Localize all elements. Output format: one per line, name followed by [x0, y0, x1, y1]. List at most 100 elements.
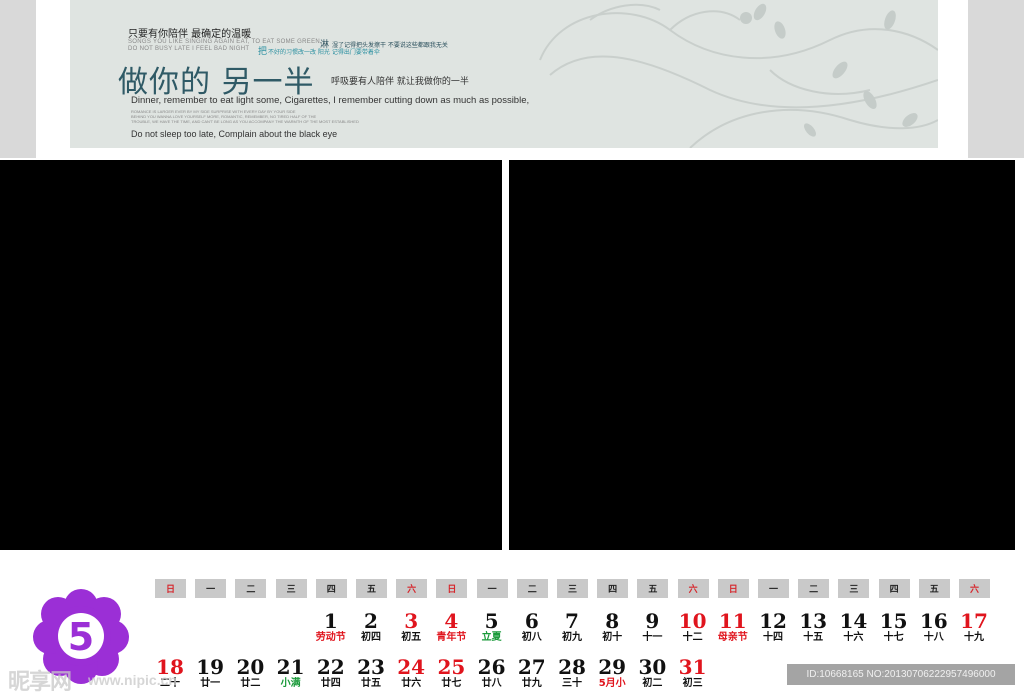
calendar-day-cell: 13 十五: [793, 610, 833, 644]
day-number: 6: [524, 609, 539, 633]
day-number: 17: [960, 609, 988, 633]
calendar-day-cell: 30 初二: [632, 656, 672, 690]
banner-english-line-2: DO NOT BUSY LATE I FEEL BAD NIGHT: [128, 46, 250, 52]
lunar-date-label: 十七: [883, 632, 904, 643]
calendar-day-cell: 6 初八: [512, 610, 552, 644]
day-number: 1: [323, 609, 338, 633]
lunar-date-label: 十二: [682, 632, 703, 643]
lunar-date-label: 初八: [521, 632, 542, 643]
weekday-cell: 日: [436, 579, 468, 598]
weekday-header-row: 日一二三四五六日一二三四五六日一二三四五六: [155, 579, 995, 598]
lunar-date-label: 十一: [642, 632, 663, 643]
weekday-cell: 一: [195, 579, 227, 598]
day-number: 4: [444, 609, 459, 633]
calendar-day-cell: 5 立夏: [472, 610, 512, 644]
weekday-cell: 一: [476, 579, 508, 598]
lunar-date-label: 初三: [682, 678, 703, 689]
weekday-cell: 五: [356, 579, 387, 598]
day-number: 26: [477, 655, 506, 679]
day-number: 30: [638, 655, 667, 679]
weekday-cell: 三: [275, 579, 307, 598]
watermark-url: www.nipic.cn: [88, 672, 177, 688]
calendar-day-cell: 4 青年节: [431, 610, 471, 644]
lunar-date-label: 廿七: [441, 678, 462, 689]
weekday-cell: 二: [798, 579, 830, 598]
weekday-cell: 日: [717, 579, 749, 598]
lunar-date-label: 廿五: [361, 678, 381, 689]
calendar-day-cell: 8 初十: [592, 610, 632, 644]
photo-placeholder-right: [509, 160, 1015, 550]
lunar-date-label: 母亲节: [717, 632, 748, 643]
lunar-date-label: 廿九: [521, 678, 542, 689]
weekday-cell: 一: [758, 579, 789, 598]
banner-english-line-1: SONGS YOU LIKE SINGING AGAIN EAT, TO EAT…: [128, 39, 322, 45]
lunar-date-label: 初四: [361, 632, 381, 643]
day-number: 15: [879, 609, 908, 633]
calendar-day-cell: 29 5月小: [592, 656, 632, 690]
day-number: 10: [678, 609, 707, 633]
banner-fine-print-3: TROUBLE, WE HAVE THE TIME, AND CAN'T BE …: [131, 119, 359, 124]
calendar-day-cell: 20 廿二: [230, 656, 270, 690]
calendar-day-cell: 26 廿八: [472, 656, 512, 690]
lunar-date-label: 初九: [562, 632, 582, 643]
lunar-date-label: 廿八: [481, 678, 502, 689]
day-number: 19: [196, 655, 225, 679]
day-number: 8: [605, 609, 620, 633]
watermark-brand: 昵享网: [8, 670, 72, 695]
weekday-cell: 六: [677, 579, 709, 598]
day-number: 27: [517, 655, 546, 679]
lunar-date-label: 劳动节: [315, 632, 346, 643]
lunar-date-label: 三十: [562, 678, 582, 689]
day-number: 28: [558, 655, 586, 679]
right-gray-margin: [968, 0, 1024, 158]
calendar-day-cell: 23 廿五: [351, 656, 391, 690]
calendar-day-cell: 12 十四: [753, 610, 793, 644]
weekday-cell: 六: [959, 579, 990, 598]
month-number: 5: [68, 615, 94, 659]
lunar-date-label: 初十: [602, 632, 623, 643]
weekday-cell: 三: [557, 579, 588, 598]
header-banner: 只要有你陪伴 最确定的温暖 SONGS YOU LIKE SINGING AGA…: [70, 0, 938, 148]
day-number: 31: [678, 655, 707, 679]
calendar-day-cell: 27 廿九: [512, 656, 552, 690]
day-number: 29: [598, 655, 627, 679]
day-number: 16: [919, 609, 948, 633]
lunar-date-label: 立夏: [481, 632, 502, 643]
calendar-day-cell: 19 廿一: [190, 656, 230, 690]
left-gray-margin: [0, 0, 36, 158]
day-number: 7: [565, 609, 579, 633]
banner-english-sleep: Do not sleep too late, Complain about th…: [131, 129, 338, 139]
banner-ba-mark: 把: [258, 47, 268, 57]
weekday-cell: 二: [516, 579, 548, 598]
day-number: 12: [759, 609, 787, 633]
banner-english-dinner: Dinner, remember to eat light some, Ciga…: [131, 95, 530, 106]
calendar-day-cell: 1 劳动节: [311, 610, 351, 644]
day-number: 25: [437, 655, 466, 679]
weekday-cell: 三: [838, 579, 870, 598]
banner-title-subline: 呼吸要有人陪伴 就让我做你的一半: [331, 77, 469, 87]
calendar-day-cell: 3 初五: [391, 610, 431, 644]
lunar-date-label: 5月小: [598, 678, 626, 689]
lunar-date-label: 十四: [763, 632, 783, 643]
day-number: 20: [236, 655, 265, 679]
day-number: 2: [364, 609, 378, 633]
weekday-cell: 四: [597, 579, 629, 598]
calendar-day-cell: 28 三十: [552, 656, 592, 690]
lunar-date-label: 廿二: [240, 678, 261, 689]
lunar-date-label: 小满: [280, 678, 301, 689]
lunar-date-label: 青年节: [436, 632, 467, 643]
day-number: 11: [718, 609, 747, 633]
weekday-cell: 五: [637, 579, 669, 598]
lunar-date-label: 十八: [923, 632, 944, 643]
day-number: 22: [316, 655, 345, 679]
calendar-day-cell: 11 母亲节: [713, 610, 753, 644]
lunar-date-label: 廿六: [401, 678, 422, 689]
day-number: 3: [404, 609, 419, 633]
lunar-date-label: 十九: [964, 632, 984, 643]
lunar-date-label: 廿四: [320, 678, 341, 689]
lunar-date-label: 十六: [843, 632, 864, 643]
day-number: 13: [799, 609, 828, 633]
image-id-bar: ID:10668165 NO:20130706222957496000: [787, 664, 1015, 685]
weekday-cell: 二: [235, 579, 267, 598]
calendar-day-cell: 31 初三: [673, 656, 713, 690]
